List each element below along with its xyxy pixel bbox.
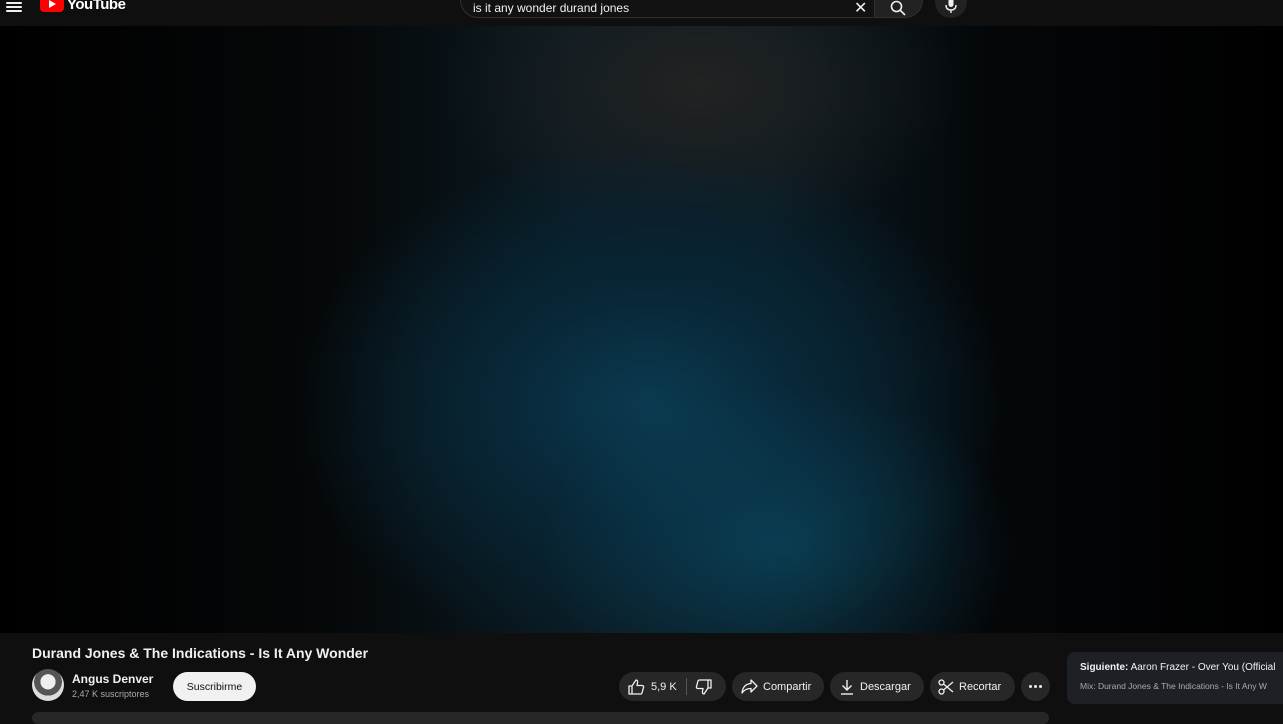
youtube-logo[interactable]: YouTube [40,0,126,14]
share-button[interactable]: Compartir [732,672,824,701]
more-actions-button[interactable] [1021,672,1050,701]
up-next-label: Siguiente: [1080,662,1129,673]
share-icon [741,679,758,694]
share-label: Compartir [763,680,812,693]
video-player[interactable] [0,26,1283,633]
menu-icon[interactable] [6,0,22,12]
up-next-card[interactable]: Siguiente: Aaron Frazer - Over You (Offi… [1067,652,1283,704]
download-label: Descargar [860,680,911,693]
more-dot [1029,685,1032,688]
subscribe-button[interactable]: Suscribirme [173,672,256,701]
video-title: Durand Jones & The Indications - Is It A… [32,645,369,661]
dislike-button[interactable] [687,672,726,701]
more-dot [1034,685,1037,688]
clear-icon[interactable]: ✕ [854,0,867,18]
channel-name[interactable]: Angus Denver [72,672,153,686]
mic-icon [945,0,957,13]
search-icon [890,0,906,16]
thumbs-up-icon [628,678,645,695]
logo-text: YouTube [67,0,126,13]
top-bar: YouTube ✕ [0,0,1283,26]
up-next-line: Siguiente: Aaron Frazer - Over You (Offi… [1080,662,1275,673]
like-button[interactable]: 5,9 K [619,672,686,701]
youtube-logo-icon [40,0,64,12]
search-input[interactable] [473,0,843,17]
like-count: 5,9 K [651,680,677,693]
description-box[interactable] [32,712,1049,724]
channel-avatar[interactable] [32,669,64,701]
voice-search-button[interactable] [935,0,967,18]
up-next-title: Aaron Frazer - Over You (Official [1130,662,1276,673]
up-next-mix: Mix: Durand Jones & The Indications - Is… [1080,681,1267,691]
download-button[interactable]: Descargar [830,672,924,701]
thumbs-down-icon [695,679,712,695]
download-icon [841,679,853,695]
like-dislike-group: 5,9 K [619,672,726,701]
scissors-icon [938,678,954,695]
subscriber-count: 2,47 K suscriptores [72,689,150,699]
clip-label: Recortar [959,680,1002,693]
more-dot [1039,685,1042,688]
search-box [460,0,875,18]
clip-button[interactable]: Recortar [930,672,1015,701]
search-button[interactable] [875,0,923,18]
